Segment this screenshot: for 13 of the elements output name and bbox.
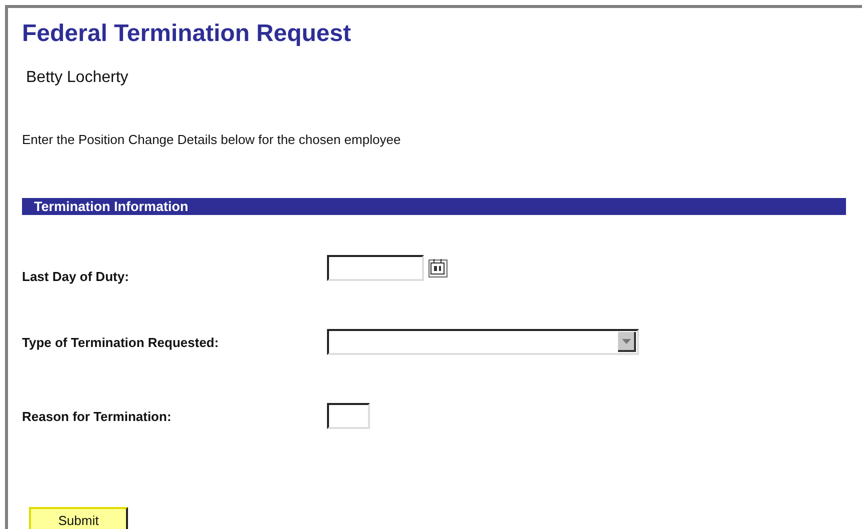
date-field[interactable] — [327, 255, 424, 281]
instruction-text: Enter the Position Change Details below for the chosen employee — [22, 132, 402, 148]
field-label: Type of Termination Requested: — [22, 334, 220, 350]
calendar-icon[interactable] — [428, 258, 448, 278]
dropdown-field[interactable] — [327, 329, 639, 355]
page-title: Federal Termination Request — [22, 20, 352, 48]
field-label: Reason for Termination: — [22, 408, 172, 424]
section-header: Termination Information — [22, 198, 846, 215]
submit-button[interactable]: Submit — [29, 507, 128, 529]
employee-name: Betty Locherty — [26, 68, 130, 88]
field-label: Last Day of Duty: — [22, 268, 130, 284]
input-field[interactable] — [327, 403, 370, 429]
dropdown-arrow-icon — [622, 338, 630, 344]
